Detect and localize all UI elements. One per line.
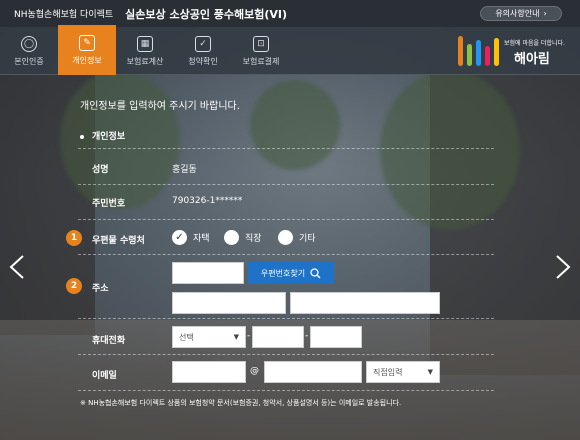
check-icon: ✓ [195, 35, 211, 52]
divider [78, 318, 494, 319]
divider [78, 184, 494, 185]
address-detail-input[interactable] [290, 292, 440, 314]
divider [78, 148, 494, 149]
email-domain-input[interactable] [264, 361, 362, 383]
phone-prefix-value: 선택 [179, 332, 194, 342]
ssn-label: 주민번호 [92, 199, 126, 209]
caret-down-icon: ▼ [233, 333, 239, 341]
payment-icon: ⊡ [253, 35, 269, 52]
email-label: 이메일 [92, 371, 117, 381]
section-title: 개인정보 [80, 129, 125, 142]
address-main-input[interactable] [172, 292, 286, 314]
zipcode-search-label: 우편번호찾기 [260, 268, 306, 278]
phone-prefix-select[interactable]: 선택 ▼ [172, 326, 246, 348]
email-id-input[interactable] [172, 361, 246, 383]
name-label: 성명 [92, 165, 109, 175]
chevron-right-icon: › [543, 9, 547, 18]
product-title: 실손보상 소상공인 풍수해보험(VI) [125, 7, 288, 21]
calculator-icon: ▦ [137, 35, 153, 52]
step-subscription-confirm[interactable]: ✓ 청약확인 [174, 27, 232, 75]
phone-label: 휴대전화 [92, 336, 126, 346]
radio-empty-icon [224, 230, 239, 245]
email-domain-select[interactable]: 직접입력 ▼ [366, 361, 440, 383]
email-at-sign: @ [250, 366, 259, 376]
logo-name: 해아림 [514, 52, 550, 67]
step-badge-1: 1 [66, 230, 82, 246]
divider [78, 219, 494, 220]
next-arrow-icon[interactable] [554, 254, 572, 280]
address-label: 주소 [92, 284, 109, 294]
logo-slogan: 보험에 마음을 더합니다. [504, 40, 565, 47]
radio-label: 자택 [193, 234, 210, 244]
email-domain-value: 직접입력 [373, 367, 403, 377]
step-identity[interactable]: ◯ 본인인증 [0, 27, 58, 75]
zipcode-search-button[interactable]: 우편번호찾기 [248, 262, 334, 284]
radio-empty-icon [278, 230, 293, 245]
radio-label: 기타 [299, 234, 316, 244]
logo-mark-icon [458, 36, 499, 66]
intro-text: 개인정보를 입력하여 주시기 바랍니다. [80, 101, 240, 112]
step-label: 보험료계산 [126, 56, 164, 66]
email-notice: ※ NH농협손해보험 다이렉트 상품의 보험청약 문서(보험증권, 청약서, 상… [80, 399, 402, 407]
brand-logo: 보험에 마음을 더합니다. 해아림 [458, 32, 570, 74]
name-value: 홍길동 [172, 165, 197, 175]
phone-dash: - [305, 331, 309, 341]
checkmark-icon: ✓ [172, 230, 187, 245]
divider [78, 390, 494, 391]
mail-destination-label: 우편물 수령처 [92, 236, 145, 246]
step-badge-2: 2 [66, 278, 82, 294]
edit-icon: ✎ [79, 34, 95, 51]
title-bar: NH농협손해보험 다이렉트 실손보상 소상공인 풍수해보험(VI) 유의사항안내… [0, 0, 580, 27]
step-premium-calc[interactable]: ▦ 보험료계산 [116, 27, 174, 75]
phone-last-input[interactable] [310, 326, 362, 348]
notice-button-label: 유의사항안내 [495, 9, 540, 18]
caret-down-icon: ▼ [427, 368, 433, 376]
ssn-value: 790326-1****** [172, 196, 243, 206]
step-label: 보험료결제 [242, 56, 280, 66]
divider [78, 254, 494, 255]
zipcode-input[interactable] [172, 262, 244, 284]
mail-option-work[interactable]: 직장 [224, 230, 262, 245]
phone-dash: - [247, 331, 251, 341]
notice-button[interactable]: 유의사항안내 › [480, 6, 562, 21]
radio-label: 직장 [245, 234, 262, 244]
person-icon: ◯ [21, 35, 37, 52]
step-navigation: ◯ 본인인증 ✎ 개인정보 ▦ 보험료계산 ✓ 청약확인 ⊡ 보험료결제 보험에… [0, 25, 580, 75]
step-label: 청약확인 [188, 56, 218, 66]
section-title-text: 개인정보 [92, 132, 126, 142]
search-icon [310, 267, 321, 278]
mail-option-home[interactable]: ✓ 자택 [172, 230, 210, 245]
step-label: 개인정보 [72, 55, 102, 65]
step-payment[interactable]: ⊡ 보험료결제 [232, 27, 290, 75]
previous-arrow-icon[interactable] [8, 254, 26, 280]
mail-option-other[interactable]: 기타 [278, 230, 316, 245]
brand-name: NH농협손해보험 다이렉트 [14, 10, 114, 20]
step-personal-info[interactable]: ✎ 개인정보 [58, 25, 116, 75]
step-label: 본인인증 [14, 56, 44, 66]
divider [78, 354, 494, 355]
phone-middle-input[interactable] [252, 326, 304, 348]
